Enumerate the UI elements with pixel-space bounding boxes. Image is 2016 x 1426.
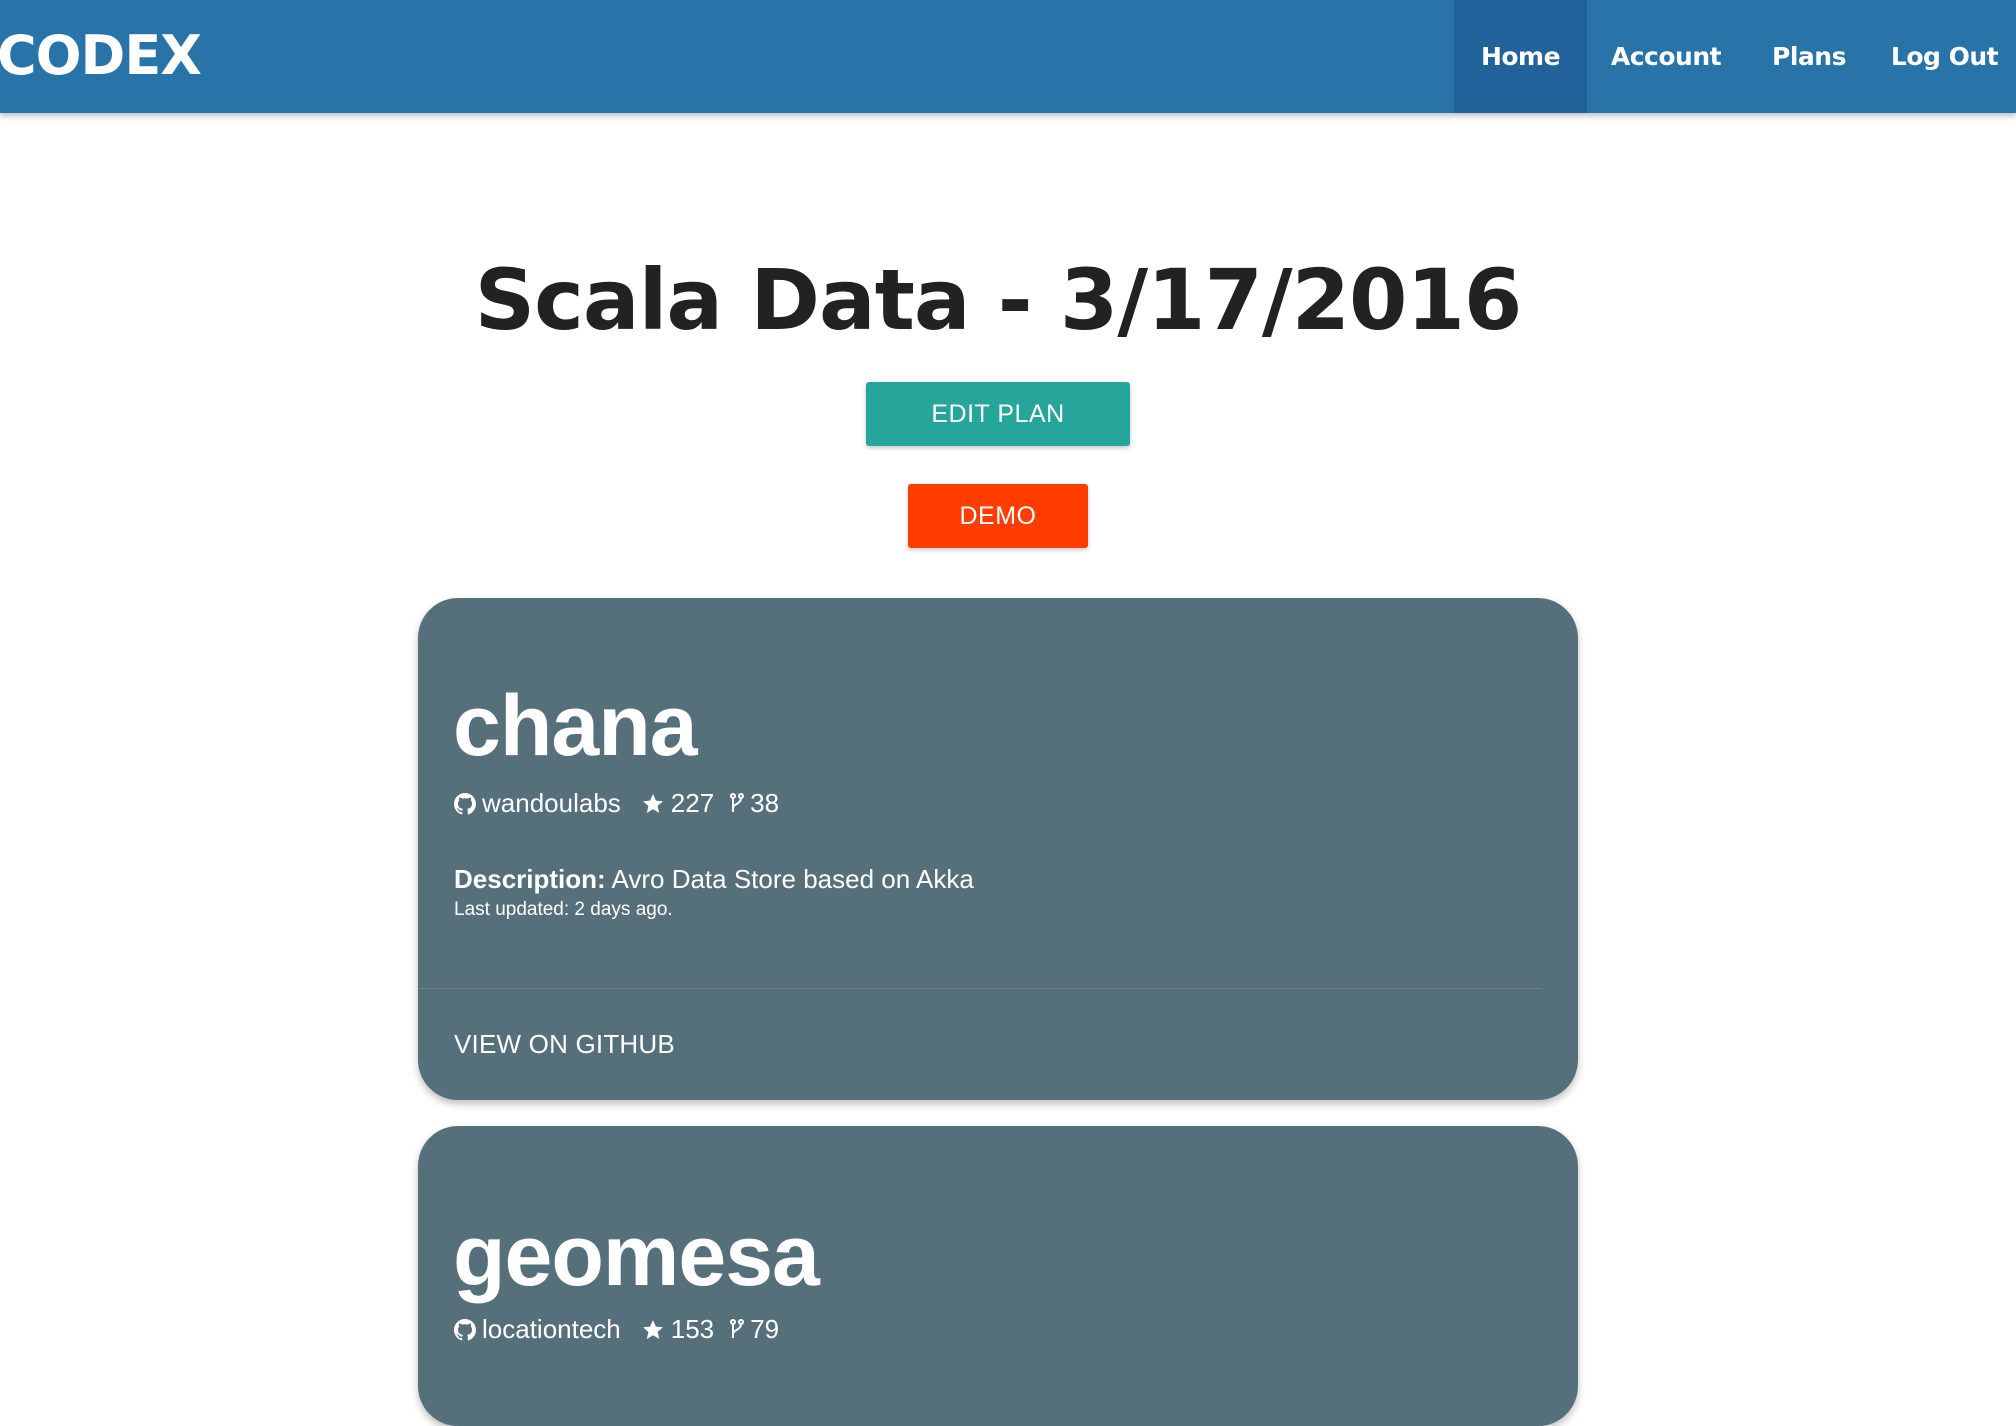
last-updated: Last updated: 2 days ago.: [454, 899, 673, 920]
nav-logout-link[interactable]: Log Out: [1873, 0, 2016, 113]
repo-forks: 79: [750, 1314, 780, 1344]
repo-forks: 38: [750, 788, 780, 818]
main-nav: Home Account Plans Log Out: [1454, 0, 2016, 113]
repo-stars: 227: [670, 788, 715, 818]
description-label: Description:: [454, 864, 606, 894]
nav-account-link[interactable]: Account: [1587, 0, 1745, 113]
repo-meta: wandoulabs 227 38: [454, 788, 779, 819]
description-text: Avro Data Store based on Akka: [611, 864, 974, 894]
repo-meta: locationtech 153 79: [454, 1314, 779, 1345]
fork-icon: [730, 1318, 745, 1342]
repo-stars: 153: [670, 1314, 715, 1344]
nav-plans-link[interactable]: Plans: [1745, 0, 1873, 113]
card-divider: [418, 988, 1542, 989]
repo-card: geomesa locationtech 153 79: [418, 1126, 1578, 1426]
github-icon: [454, 792, 476, 815]
demo-button[interactable]: DEMO: [908, 484, 1088, 548]
repo-owner: locationtech: [482, 1314, 621, 1344]
star-icon: [641, 1318, 665, 1342]
repo-name: geomesa: [453, 1208, 820, 1304]
brand-logo[interactable]: CODEX: [0, 22, 202, 90]
star-icon: [641, 792, 665, 816]
repo-description: Description: Avro Data Store based on Ak…: [454, 864, 974, 895]
top-navbar: CODEX Home Account Plans Log Out: [0, 0, 2016, 113]
repo-name: chana: [453, 678, 698, 774]
github-icon: [454, 1318, 476, 1341]
nav-home-link[interactable]: Home: [1454, 0, 1587, 113]
view-on-github-link[interactable]: VIEW ON GITHUB: [454, 1029, 675, 1060]
repo-owner: wandoulabs: [482, 788, 621, 818]
repo-card: chana wandoulabs 227 38 Description: Avr…: [418, 598, 1578, 1100]
fork-icon: [730, 792, 745, 816]
page-title: Scala Data - 3/17/2016: [474, 251, 1523, 349]
edit-plan-button[interactable]: EDIT PLAN: [866, 382, 1130, 446]
